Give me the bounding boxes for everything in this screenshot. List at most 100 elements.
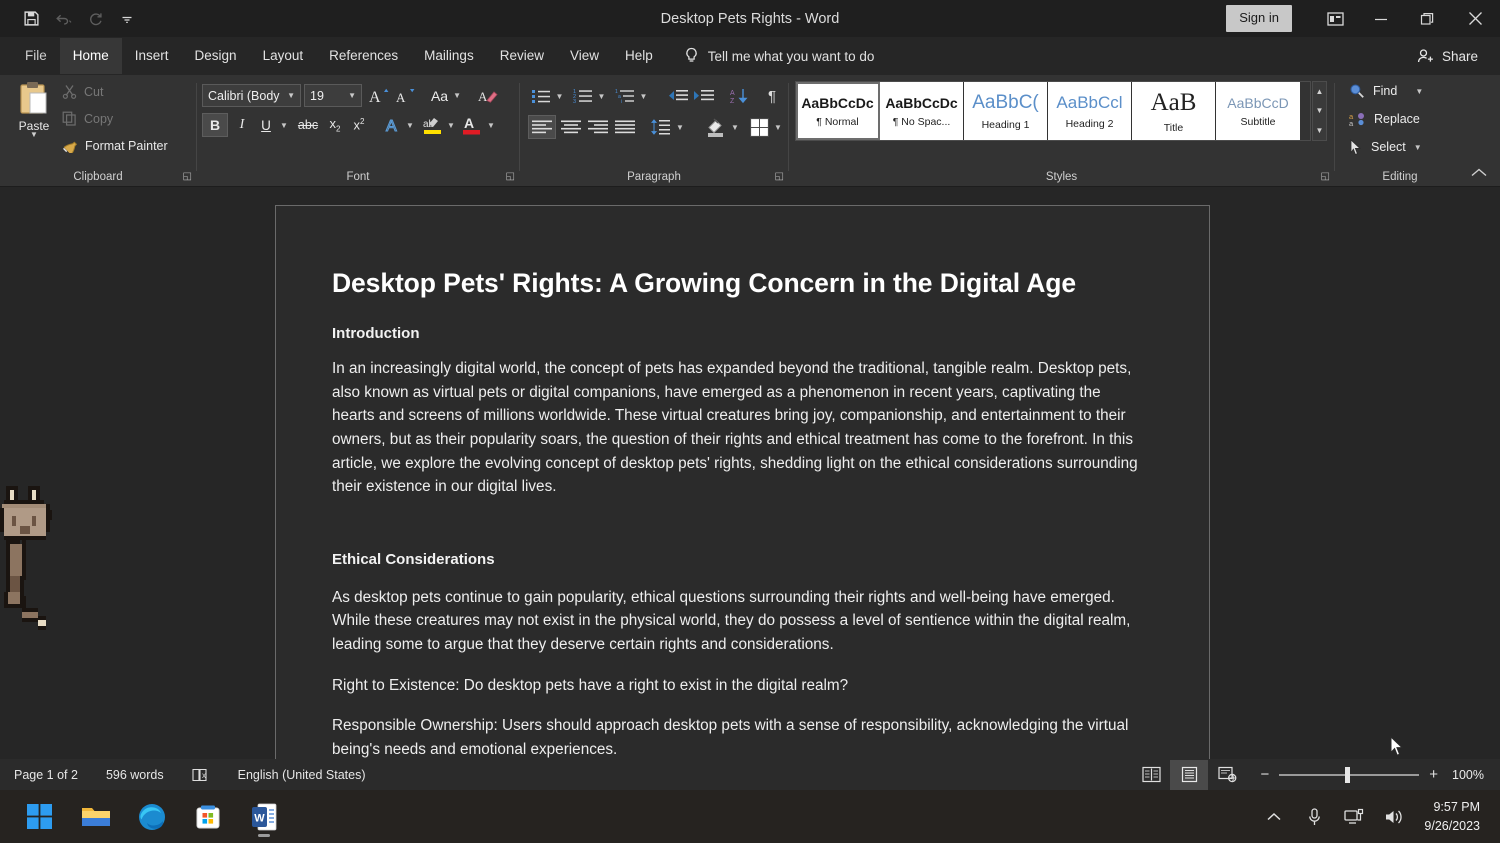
styles-dialog-launcher-icon[interactable]: ◱ <box>1321 171 1330 182</box>
undo-icon[interactable] <box>48 5 78 33</box>
web-layout-icon[interactable] <box>1208 760 1246 790</box>
highlight-options-icon[interactable]: ▼ <box>444 113 458 137</box>
format-painter-button[interactable]: Format Painter <box>62 138 168 153</box>
select-button[interactable]: Select ▼ <box>1349 139 1422 155</box>
change-case-button[interactable]: Aa ▼ <box>426 84 466 107</box>
start-button[interactable] <box>18 795 62 839</box>
shading-options-icon[interactable]: ▼ <box>728 115 742 139</box>
language-indicator[interactable]: English (United States) <box>224 768 380 782</box>
borders-options-icon[interactable]: ▼ <box>771 115 785 139</box>
grow-font-icon[interactable]: A <box>367 84 391 107</box>
restore-icon[interactable] <box>1404 0 1450 37</box>
text-effects-options-icon[interactable]: ▼ <box>403 113 417 137</box>
font-color-icon[interactable]: A <box>460 113 484 137</box>
close-icon[interactable] <box>1450 0 1500 37</box>
align-center-icon[interactable] <box>557 115 585 139</box>
tab-design[interactable]: Design <box>182 38 250 74</box>
text-effects-icon[interactable]: A <box>381 113 405 137</box>
styles-scroll-down-icon[interactable]: ▼ <box>1313 101 1326 120</box>
style-normal[interactable]: AaBbCcDc ¶ Normal <box>796 82 880 140</box>
tab-references[interactable]: References <box>316 38 411 74</box>
decrease-indent-icon[interactable] <box>664 84 690 108</box>
borders-icon[interactable] <box>746 115 772 139</box>
font-dialog-launcher-icon[interactable]: ◱ <box>506 171 515 182</box>
taskbar-clock[interactable]: 9:57 PM 9/26/2023 <box>1424 798 1480 834</box>
collapse-ribbon-icon[interactable] <box>1470 167 1488 182</box>
style-heading-2[interactable]: AaBbCcl Heading 2 <box>1048 82 1132 140</box>
multilevel-options-icon[interactable]: ▼ <box>637 84 650 108</box>
shrink-font-icon[interactable]: A <box>393 84 417 107</box>
styles-scroll-up-icon[interactable]: ▲ <box>1313 82 1326 101</box>
sort-icon[interactable]: AZ <box>727 84 753 108</box>
tab-file[interactable]: File <box>12 38 60 74</box>
tab-review[interactable]: Review <box>487 38 557 74</box>
align-left-icon[interactable] <box>528 115 556 139</box>
multilevel-list-icon[interactable]: 1ai <box>612 84 638 108</box>
microsoft-edge-icon[interactable] <box>130 795 174 839</box>
justify-icon[interactable] <box>611 115 639 139</box>
show-formatting-marks-icon[interactable]: ¶ <box>760 84 784 108</box>
style-heading-1[interactable]: AaBbC( Heading 1 <box>964 82 1048 140</box>
read-mode-icon[interactable] <box>1132 760 1170 790</box>
proofing-errors-icon[interactable]: x <box>178 767 224 783</box>
zoom-level-label[interactable]: 100% <box>1452 768 1484 782</box>
word-count[interactable]: 596 words <box>92 768 178 782</box>
tab-help[interactable]: Help <box>612 38 666 74</box>
ribbon-display-options-icon[interactable] <box>1312 0 1358 37</box>
underline-options-icon[interactable]: ▼ <box>277 113 291 137</box>
underline-button[interactable]: U <box>255 113 277 137</box>
increase-indent-icon[interactable] <box>690 84 716 108</box>
paste-button[interactable]: Paste ▼ <box>10 80 58 137</box>
minimize-icon[interactable] <box>1358 0 1404 37</box>
strikethrough-button[interactable]: abc <box>293 113 323 137</box>
line-spacing-icon[interactable] <box>648 115 674 139</box>
zoom-slider-thumb[interactable] <box>1345 767 1350 783</box>
clipboard-dialog-launcher-icon[interactable]: ◱ <box>183 171 192 182</box>
tell-me-search[interactable]: Tell me what you want to do <box>684 47 875 65</box>
shading-icon[interactable] <box>702 115 729 139</box>
bullets-options-icon[interactable]: ▼ <box>553 84 566 108</box>
bold-button[interactable]: B <box>202 113 228 137</box>
file-explorer-icon[interactable] <box>74 795 118 839</box>
save-icon[interactable] <box>16 5 46 33</box>
chevron-up-icon[interactable] <box>1256 795 1292 839</box>
cut-button[interactable]: Cut <box>62 84 103 99</box>
network-icon[interactable] <box>1336 795 1372 839</box>
customize-quick-access-icon[interactable] <box>112 5 142 33</box>
superscript-button[interactable]: x2 <box>347 113 371 137</box>
share-button[interactable]: Share <box>1417 48 1478 64</box>
page-indicator[interactable]: Page 1 of 2 <box>0 768 92 782</box>
microphone-icon[interactable] <box>1296 795 1332 839</box>
sign-in-button[interactable]: Sign in <box>1226 5 1292 31</box>
numbering-options-icon[interactable]: ▼ <box>595 84 608 108</box>
text-highlight-icon[interactable]: ab <box>419 113 445 137</box>
replace-button[interactable]: aa Replace <box>1349 111 1420 127</box>
clear-formatting-icon[interactable]: A <box>475 84 501 107</box>
tab-home[interactable]: Home <box>60 38 122 74</box>
numbering-icon[interactable]: 123 <box>570 84 596 108</box>
subscript-button[interactable]: x2 <box>323 113 347 137</box>
microsoft-store-icon[interactable] <box>186 795 230 839</box>
redo-icon[interactable] <box>80 5 110 33</box>
style-no-spacing[interactable]: AaBbCcDc ¶ No Spac... <box>880 82 964 140</box>
zoom-slider[interactable] <box>1279 774 1419 776</box>
italic-button[interactable]: I <box>230 113 254 137</box>
print-layout-icon[interactable] <box>1170 760 1208 790</box>
bullets-icon[interactable] <box>528 84 554 108</box>
microsoft-word-icon[interactable]: W <box>242 795 286 839</box>
find-button[interactable]: Find ▼ <box>1349 83 1423 99</box>
font-size-combobox[interactable]: 19 ▼ <box>304 84 362 107</box>
document-page[interactable]: Desktop Pets' Rights: A Growing Concern … <box>275 205 1210 759</box>
tab-view[interactable]: View <box>557 38 612 74</box>
zoom-out-button[interactable]: − <box>1260 766 1269 783</box>
style-title[interactable]: AaB Title <box>1132 82 1216 140</box>
tab-insert[interactable]: Insert <box>122 38 182 74</box>
zoom-in-button[interactable]: + <box>1429 766 1438 783</box>
document-canvas[interactable]: Desktop Pets' Rights: A Growing Concern … <box>0 187 1500 759</box>
font-color-options-icon[interactable]: ▼ <box>484 113 498 137</box>
desktop-pet-cat-sprite[interactable] <box>0 484 70 637</box>
tab-mailings[interactable]: Mailings <box>411 38 487 74</box>
tab-layout[interactable]: Layout <box>250 38 317 74</box>
paragraph-dialog-launcher-icon[interactable]: ◱ <box>775 171 784 182</box>
speaker-icon[interactable] <box>1376 795 1412 839</box>
